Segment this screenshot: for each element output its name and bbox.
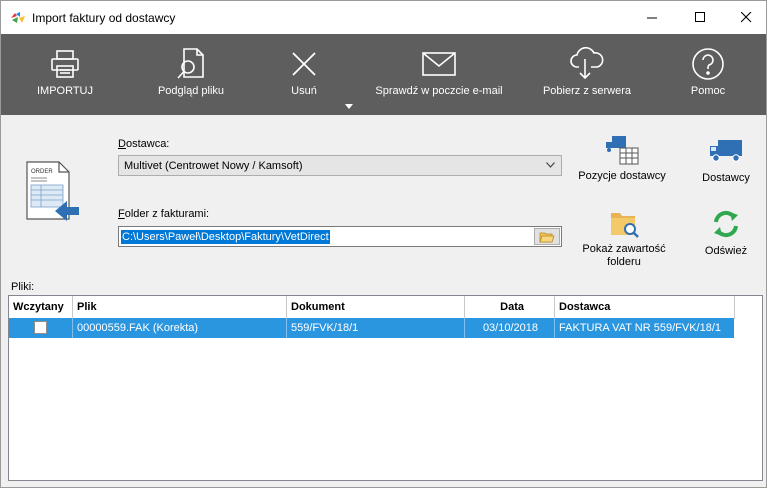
chevron-down-icon [546, 162, 555, 168]
help-button[interactable]: Pomoc [681, 34, 735, 115]
window-title: Import faktury od dostawcy [32, 11, 176, 25]
folder-search-icon [611, 213, 639, 238]
toolbar: IMPORTUJ Podgląd pliku Usuń Sprawdź w po… [1, 34, 766, 115]
row-supplier-cell: FAKTURA VAT NR 559/FVK/18/1 [559, 322, 722, 334]
column-header-document[interactable]: Dokument [287, 296, 465, 318]
check-email-button[interactable]: Sprawdź w poczcie e-mail [373, 34, 505, 115]
minimize-button[interactable] [629, 1, 675, 34]
preview-file-label: Podgląd pliku [157, 85, 225, 97]
document-search-icon [175, 46, 207, 82]
delete-button[interactable]: Usuń [281, 34, 327, 115]
refresh-icon [714, 210, 738, 238]
download-from-server-button[interactable]: Pobierz z serwera [537, 34, 637, 115]
import-invoice-window: Import faktury od dostawcy IMPORTUJ Podg… [0, 0, 767, 488]
files-grid-header: Wczytany Plik Dokument Data Dostawca [9, 296, 735, 319]
column-header-file[interactable]: Plik [73, 296, 287, 318]
browse-folder-button[interactable] [534, 228, 560, 245]
supplier-items-label: Pozycje dostawcy [578, 170, 666, 182]
check-email-label: Sprawdź w poczcie e-mail [375, 85, 503, 97]
import-button[interactable]: IMPORTUJ [22, 34, 108, 115]
minimize-icon [646, 17, 657, 19]
row-loaded-cell [9, 318, 73, 338]
title-bar: Import faktury od dostawcy [1, 1, 766, 34]
column-header-date[interactable]: Data [465, 296, 555, 318]
refresh-button[interactable]: Odśwież [693, 209, 759, 258]
folder-path-value: C:\Users\Paweł\Desktop\Faktury\VetDirect [121, 230, 330, 244]
suppliers-button[interactable]: Dostawcy [693, 136, 759, 185]
show-folder-contents-button[interactable]: Pokaż zawartość folderu [578, 209, 670, 269]
svg-text:ORDER: ORDER [31, 169, 53, 175]
suppliers-label: Dostawcy [702, 172, 750, 184]
loaded-checkbox[interactable] [34, 321, 47, 334]
help-question-icon [691, 46, 725, 82]
maximize-button[interactable] [677, 1, 723, 34]
download-label: Pobierz z serwera [542, 85, 632, 97]
app-logo-icon [11, 12, 25, 23]
row-document-cell: 559/FVK/18/1 [287, 318, 465, 338]
show-folder-contents-label: Pokaż zawartość folderu [582, 243, 666, 268]
row-date-cell: 03/10/2018 [465, 318, 555, 338]
order-document-icon: ORDER [26, 161, 79, 221]
envelope-icon [422, 46, 456, 82]
folder-label: Folder z fakturami: [118, 208, 210, 220]
column-header-loaded[interactable]: Wczytany [9, 296, 73, 318]
supplier-label: Dostawca: [118, 138, 170, 150]
delete-label: Usuń [291, 85, 317, 97]
supplier-items-button[interactable]: Pozycje dostawcy [576, 134, 668, 183]
maximize-icon [694, 12, 705, 22]
files-grid[interactable]: Wczytany Plik Dokument Data Dostawca 000… [8, 295, 763, 481]
folder-open-icon [539, 232, 555, 242]
cloud-download-icon [569, 46, 605, 82]
files-label: Pliki: [11, 281, 35, 293]
supplier-value: Multivet (Centrowet Nowy / Kamsoft) [124, 160, 303, 172]
delivery-truck-icon [710, 140, 742, 162]
row-file-cell: 00000559.FAK (Korekta) [73, 318, 287, 338]
preview-file-button[interactable]: Podgląd pliku [146, 34, 236, 115]
table-row[interactable]: 00000559.FAK (Korekta) 559/FVK/18/1 03/1… [9, 318, 734, 338]
column-header-supplier[interactable]: Dostawca [555, 296, 735, 318]
close-button[interactable] [723, 1, 766, 34]
import-button-label: IMPORTUJ [36, 85, 94, 97]
close-icon [740, 12, 751, 23]
supplier-combobox[interactable]: Multivet (Centrowet Nowy / Kamsoft) [118, 155, 562, 176]
truck-grid-icon [606, 136, 639, 165]
folder-path-input[interactable]: C:\Users\Paweł\Desktop\Faktury\VetDirect [118, 226, 562, 247]
help-label: Pomoc [690, 85, 726, 97]
refresh-label: Odśwież [704, 245, 748, 257]
delete-dropdown-arrow-icon[interactable] [345, 104, 353, 109]
delete-x-icon [291, 46, 317, 82]
printer-icon [49, 46, 81, 82]
